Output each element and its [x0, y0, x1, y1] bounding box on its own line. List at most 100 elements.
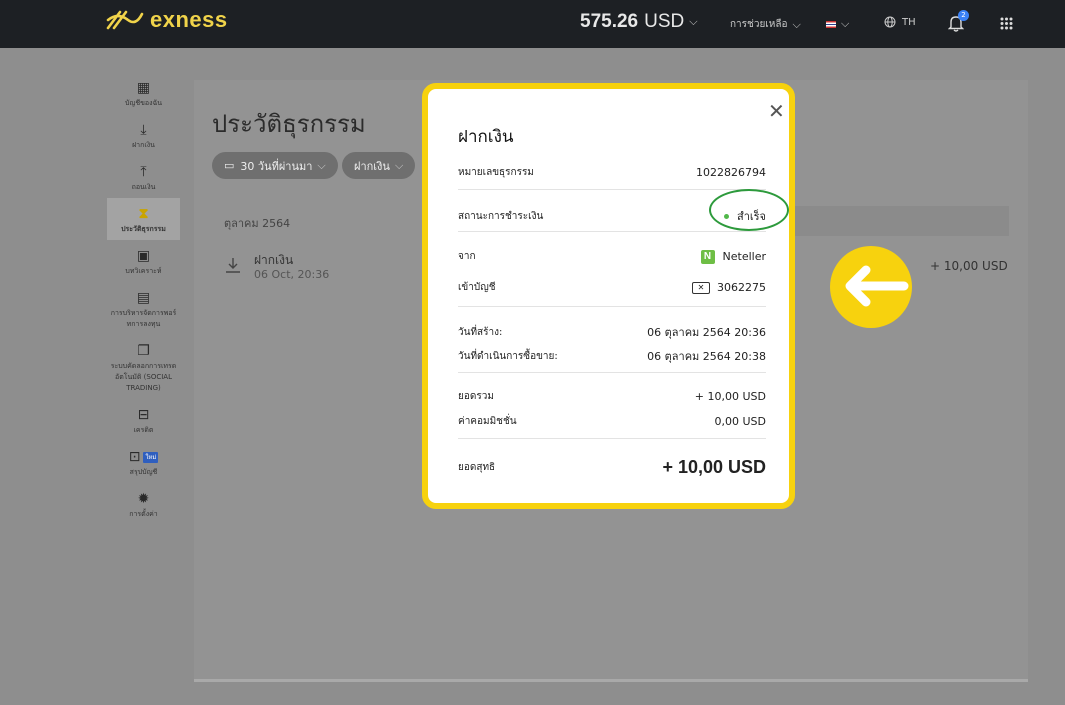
sidebar-item-history[interactable]: ⧗ ประวัติธุรกรรม	[107, 198, 180, 240]
chevron-down-icon: ⌵	[792, 17, 801, 31]
globe-icon	[884, 16, 896, 28]
notifications-button[interactable]: 2	[947, 10, 969, 36]
created-row: วันที่สร้าง: 06 ตุลาคม 2564 20:36	[458, 323, 766, 341]
commission-value: 0,00 USD	[714, 415, 767, 428]
withdraw-icon: ⤒	[140, 163, 147, 180]
net-label: ยอดสุทธิ	[458, 462, 496, 473]
balance-currency: USD	[644, 11, 685, 32]
executed-label: วันที่ดำเนินการซื้อขาย:	[458, 350, 558, 362]
deposit-icon: ⤓	[140, 121, 147, 138]
transaction-date: 06 Oct, 20:36	[254, 268, 330, 281]
sidebar-item-portfolio[interactable]: ▤ การบริหารจัดการพอร์ทการลงทุน	[107, 282, 180, 335]
analysis-icon: ▣	[136, 247, 151, 264]
sidebar-item-label: สรุปบัญชี	[129, 468, 158, 476]
neteller-icon: N	[700, 249, 715, 264]
sidebar-item-label: บัญชีของฉัน	[124, 99, 163, 107]
executed-row: วันที่ดำเนินการซื้อขาย: 06 ตุลาคม 2564 2…	[458, 347, 766, 365]
sidebar-item-my-accounts[interactable]: ▦ บัญชีของฉัน	[107, 72, 180, 114]
sidebar-item-label: เครดิต	[133, 426, 154, 434]
sidebar-item-credit[interactable]: ⊟ เครดิต	[107, 399, 180, 441]
sidebar-nav: ▦ บัญชีของฉัน ⤓ ฝากเงิน ⤒ ถอนเงิน ⧗ ประว…	[107, 72, 180, 525]
divider	[458, 372, 766, 373]
arrow-left-icon	[845, 265, 909, 307]
sidebar-item-label: ถอนเงิน	[131, 183, 156, 191]
to-account-row: เข้าบัญชี ✕ 3062275	[458, 280, 766, 295]
region-menu[interactable]: ⌵	[826, 17, 849, 31]
settings-icon: ✹	[137, 490, 150, 507]
commission-row: ค่าคอมมิชชั่น 0,00 USD	[458, 414, 766, 429]
new-badge: ใหม่	[143, 451, 159, 463]
balance-dropdown[interactable]: 575.26 USD ⌵	[580, 11, 698, 33]
sidebar-item-analysis[interactable]: ▣ บทวิเคราะห์	[107, 240, 180, 282]
balance-amount: 575.26	[580, 11, 639, 32]
deposit-icon	[226, 258, 240, 273]
month-header: ตุลาคม 2564	[224, 217, 291, 230]
period-filter-label: 30 วันที่ผ่านมา	[240, 159, 313, 173]
footer-divider	[194, 679, 1028, 682]
modal-title: ฝากเงิน	[458, 127, 514, 147]
to-account-value: 3062275	[717, 281, 766, 294]
history-icon: ⧗	[138, 205, 149, 222]
divider	[458, 438, 766, 439]
exness-account-icon: ✕	[692, 281, 710, 294]
sidebar-item-label: ระบบคัดลอกการเทรดอัตโนมัติ (SOCIAL TRADI…	[110, 362, 177, 392]
sidebar-item-settings[interactable]: ✹ การตั้งค่า	[107, 483, 180, 525]
exness-logo[interactable]: exness	[106, 7, 228, 33]
accounts-icon: ▦	[136, 79, 151, 96]
tx-number-value: 1022826794	[696, 166, 766, 179]
executed-value: 06 ตุลาคม 2564 20:38	[647, 350, 766, 363]
total-label: ยอดรวม	[458, 391, 494, 402]
sidebar-item-label: บทวิเคราะห์	[125, 267, 162, 275]
sidebar-item-label: การบริหารจัดการพอร์ทการลงทุน	[110, 309, 177, 328]
sidebar-item-label: ประวัติธุรกรรม	[121, 225, 166, 233]
type-filter-label: ฝากเงิน	[354, 159, 390, 173]
logo-text: exness	[150, 7, 228, 32]
status-label: สถานะการชำระเงิน	[458, 210, 544, 222]
chevron-down-icon: ⌵	[841, 17, 850, 30]
calendar-icon: ▭	[224, 159, 235, 172]
divider	[458, 306, 766, 307]
close-icon[interactable]: ✕	[768, 99, 785, 123]
sidebar-item-social-trading[interactable]: ❐ ระบบคัดลอกการเทรดอัตโนมัติ (SOCIAL TRA…	[107, 335, 180, 399]
sidebar-item-summary[interactable]: ⊡ ใหม่ สรุปบัญชี	[107, 441, 180, 483]
period-filter[interactable]: ▭ 30 วันที่ผ่านมา ⌵	[212, 152, 338, 179]
summary-icon: ⊡	[128, 448, 141, 465]
created-value: 06 ตุลาคม 2564 20:36	[647, 326, 766, 339]
tx-number-label: หมายเลขธุรกรรม	[458, 167, 534, 178]
divider	[458, 231, 766, 232]
tx-number-row: หมายเลขธุรกรรม 1022826794	[458, 165, 766, 180]
language-label: TH	[902, 16, 916, 28]
status-highlight-ring	[709, 189, 789, 231]
total-row: ยอดรวม + 10,00 USD	[458, 389, 766, 404]
chevron-down-icon: ⌵	[689, 15, 698, 28]
top-bar: exness 575.26 USD ⌵ การช่วยเหลือ ⌵ ⌵ TH …	[0, 0, 1065, 48]
transaction-amount: + 10,00 USD	[930, 259, 1008, 273]
sidebar-item-deposit[interactable]: ⤓ ฝากเงิน	[107, 114, 180, 156]
commission-label: ค่าคอมมิชชั่น	[458, 416, 517, 427]
from-value: Neteller	[722, 250, 766, 263]
table-header-bar	[789, 206, 1009, 236]
sidebar-item-withdraw[interactable]: ⤒ ถอนเงิน	[107, 156, 180, 198]
exness-logo-mark-icon	[106, 10, 144, 30]
transaction-detail-modal: ✕ ฝากเงิน หมายเลขธุรกรรม 1022826794 สถาน…	[422, 83, 795, 509]
sidebar-item-label: ฝากเงิน	[132, 141, 155, 149]
net-row: ยอดสุทธิ + 10,00 USD	[458, 457, 766, 478]
chevron-down-icon: ⌵	[394, 158, 404, 172]
chevron-down-icon: ⌵	[317, 158, 326, 172]
sidebar-item-label: การตั้งค่า	[129, 510, 158, 518]
portfolio-icon: ▤	[136, 289, 151, 306]
to-account-label: เข้าบัญชี	[458, 282, 496, 293]
from-row: จาก N Neteller	[458, 249, 766, 264]
page-title: ประวัติธุรกรรม	[212, 110, 366, 138]
notification-badge: 2	[958, 10, 969, 21]
help-label: การช่วยเหลือ	[730, 19, 788, 30]
from-label: จาก	[458, 251, 476, 262]
type-filter[interactable]: ฝากเงิน ⌵	[342, 152, 416, 179]
created-label: วันที่สร้าง:	[458, 326, 503, 338]
arrow-annotation	[830, 246, 912, 328]
language-menu[interactable]: TH	[884, 16, 916, 28]
credit-icon: ⊟	[137, 406, 150, 423]
apps-grid-icon[interactable]	[1000, 17, 1013, 30]
social-trading-icon: ❐	[137, 342, 150, 359]
help-menu[interactable]: การช่วยเหลือ ⌵	[730, 17, 801, 32]
